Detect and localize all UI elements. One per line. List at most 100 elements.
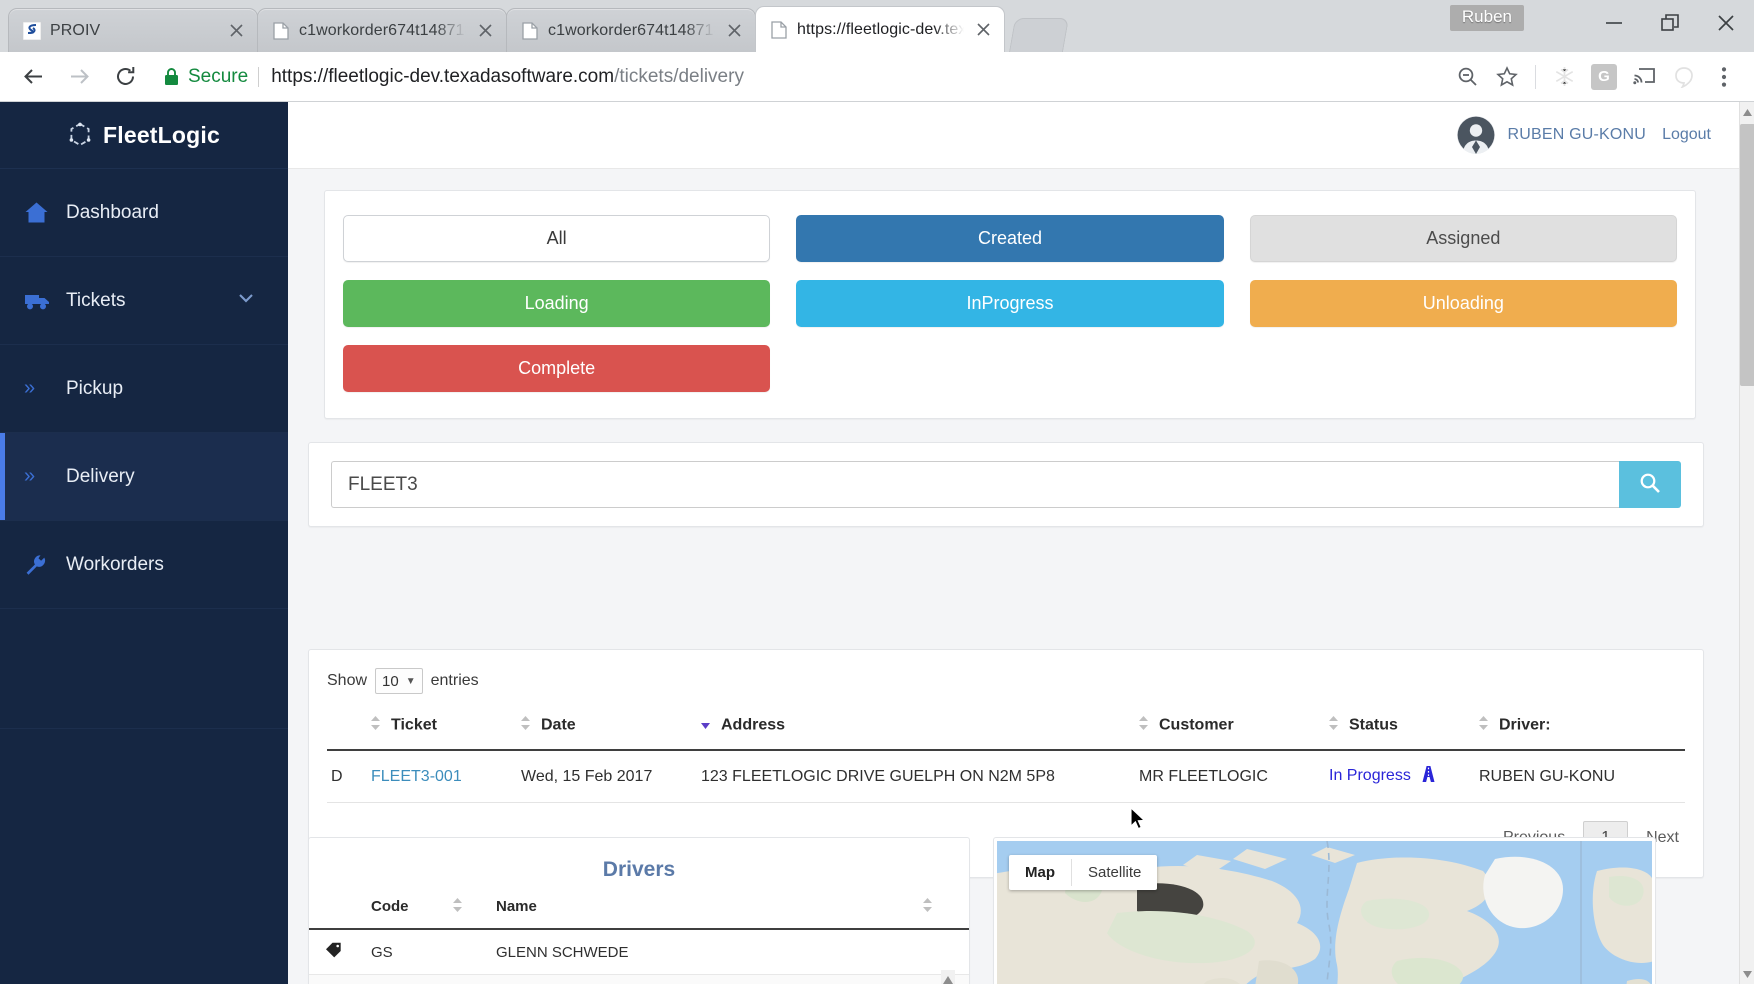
filter-button-loading[interactable]: Loading xyxy=(343,280,771,327)
chevron-down-icon[interactable] xyxy=(238,290,254,312)
three-dot-menu-icon[interactable] xyxy=(1704,57,1744,97)
page-scrollbar[interactable] xyxy=(1739,102,1754,984)
browser-tab-workorder-2[interactable]: c1workorder674t148718 xyxy=(506,8,756,52)
page-header: RUBEN GU-KONU Logout xyxy=(288,102,1739,169)
forward-arrow-icon xyxy=(56,54,102,100)
column-header-driver[interactable]: Driver: xyxy=(1475,710,1685,751)
snowflake-extension-icon[interactable] xyxy=(1544,57,1584,97)
back-arrow-icon[interactable] xyxy=(10,54,56,100)
filter-button-assigned[interactable]: Assigned xyxy=(1249,215,1677,262)
sidebar-item-workorders[interactable]: Workorders xyxy=(0,521,288,609)
filter-button-inprogress[interactable]: InProgress xyxy=(796,280,1224,327)
drivers-column-code[interactable]: Code xyxy=(367,894,492,931)
restore-icon[interactable] xyxy=(1642,0,1698,46)
close-icon[interactable] xyxy=(972,19,994,41)
sidebar-item-dashboard[interactable]: Dashboard xyxy=(0,169,288,257)
scroll-down-icon[interactable] xyxy=(1740,966,1754,982)
cell-date: Wed, 15 Feb 2017 xyxy=(517,750,697,803)
drivers-scrollbar[interactable] xyxy=(941,970,955,984)
search-input[interactable] xyxy=(331,461,1619,508)
browser-tab-label: c1workorder674t148718 xyxy=(299,21,466,39)
close-icon[interactable] xyxy=(474,20,496,42)
map-toggle-map[interactable]: Map xyxy=(1009,855,1071,890)
show-entries-control: Show 10 ▼ entries xyxy=(327,668,1685,694)
sidebar: FleetLogic Dashboard Tickets » Pickup » … xyxy=(0,102,288,984)
page-size-select[interactable]: 10 ▼ xyxy=(375,668,423,694)
brand[interactable]: FleetLogic xyxy=(0,102,288,169)
grammarly-g-extension-icon[interactable]: G xyxy=(1584,57,1624,97)
proiv-logo-icon xyxy=(23,21,41,40)
sidebar-item-delivery[interactable]: » Delivery xyxy=(0,433,288,521)
map-canvas[interactable]: Map Satellite EUROPE ASIA NORTH AMERICA … xyxy=(997,841,1652,984)
address-bar[interactable]: Secure https://fleetlogic-dev.texadasoft… xyxy=(156,60,1439,94)
column-header-type[interactable] xyxy=(327,710,367,751)
close-icon[interactable] xyxy=(225,20,247,42)
close-icon[interactable] xyxy=(1698,0,1754,46)
url-text: https://fleetlogic-dev.texadasoftware.co… xyxy=(271,66,744,88)
status-badge: In Progress xyxy=(1329,767,1411,784)
cast-icon[interactable] xyxy=(1624,57,1664,97)
home-icon xyxy=(24,201,66,224)
table-row[interactable]: D FLEET3-001 Wed, 15 Feb 2017 123 FLEETL… xyxy=(327,750,1685,803)
column-header-status[interactable]: Status xyxy=(1325,710,1475,751)
cell-address: 123 FLEETLOGIC DRIVE GUELPH ON N2M 5P8 xyxy=(697,750,1135,803)
sort-icon xyxy=(1479,716,1491,735)
minimize-icon[interactable] xyxy=(1586,0,1642,46)
drivers-column-label: Name xyxy=(496,898,537,916)
window-user-chip[interactable]: Ruben xyxy=(1449,5,1524,31)
close-icon[interactable] xyxy=(723,20,745,42)
column-header-date[interactable]: Date xyxy=(517,710,697,751)
double-angle-right-icon: » xyxy=(24,465,35,487)
column-header-label: Status xyxy=(1349,716,1398,734)
drivers-column-name[interactable]: Name xyxy=(492,894,969,931)
lock-icon xyxy=(164,67,179,86)
header-username: RUBEN GU-KONU xyxy=(1507,126,1647,143)
column-header-customer[interactable]: Customer xyxy=(1135,710,1325,751)
reload-icon[interactable] xyxy=(102,54,148,100)
bookmark-star-icon[interactable] xyxy=(1487,57,1527,97)
address-divider xyxy=(258,66,260,87)
browser-tab-label: https://fleetlogic-dev.tex xyxy=(797,20,964,38)
column-header-ticket[interactable]: Ticket xyxy=(367,710,517,751)
sidebar-item-label: Pickup xyxy=(66,377,124,399)
logout-link[interactable]: Logout xyxy=(1662,126,1711,144)
cell-customer: MR FLEETLOGIC xyxy=(1135,750,1325,803)
browser-tab-proiv[interactable]: PROIV xyxy=(8,8,258,52)
column-header-address[interactable]: Address xyxy=(697,710,1135,751)
sidebar-item-pickup[interactable]: » Pickup xyxy=(0,345,288,433)
search-bubble-extension-icon[interactable] xyxy=(1664,57,1704,97)
scroll-up-icon[interactable] xyxy=(943,971,953,984)
column-header-label: Ticket xyxy=(391,716,437,734)
tag-icon xyxy=(309,974,367,984)
browser-tab-fleetlogic[interactable]: https://fleetlogic-dev.tex xyxy=(755,6,1005,52)
document-icon xyxy=(521,21,539,40)
sidebar-item-tickets[interactable]: Tickets xyxy=(0,257,288,345)
browser-toolbar: Secure https://fleetlogic-dev.texadasoft… xyxy=(0,52,1754,102)
filter-button-complete[interactable]: Complete xyxy=(343,345,771,392)
sidebar-item-label: Workorders xyxy=(66,553,164,575)
list-item[interactable]: L1 LOC TEST "","010","020" xyxy=(309,974,969,984)
scroll-up-icon[interactable] xyxy=(1740,104,1754,120)
zoom-out-icon[interactable] xyxy=(1447,57,1487,97)
status-filter-panel: All Created Assigned Loading InProgress … xyxy=(324,190,1696,419)
filter-button-created[interactable]: Created xyxy=(796,215,1224,262)
brand-label: FleetLogic xyxy=(102,121,220,148)
scrollbar-thumb[interactable] xyxy=(1740,124,1754,386)
map-panel: Map Satellite EUROPE ASIA NORTH AMERICA … xyxy=(993,837,1656,984)
filter-button-unloading[interactable]: Unloading xyxy=(1249,280,1677,327)
search-button[interactable] xyxy=(1619,461,1681,508)
filter-button-all[interactable]: All xyxy=(343,215,771,262)
map-toggle-satellite[interactable]: Satellite xyxy=(1072,855,1157,890)
column-header-label: Driver: xyxy=(1499,716,1551,734)
sort-icon xyxy=(521,716,533,735)
list-item[interactable]: GS GLENN SCHWEDE xyxy=(309,929,969,976)
browser-tab-workorder-1[interactable]: c1workorder674t148718 xyxy=(257,8,507,52)
sort-icon xyxy=(371,716,383,735)
drivers-column-icon xyxy=(309,894,367,931)
extension-badge-label: G xyxy=(1591,63,1617,90)
sort-icon xyxy=(1329,716,1341,735)
window-controls xyxy=(1586,0,1754,46)
driver-name: GLENN SCHWEDE xyxy=(492,929,969,976)
ticket-link[interactable]: FLEET3-001 xyxy=(371,768,462,785)
new-tab-button[interactable] xyxy=(1009,18,1069,52)
